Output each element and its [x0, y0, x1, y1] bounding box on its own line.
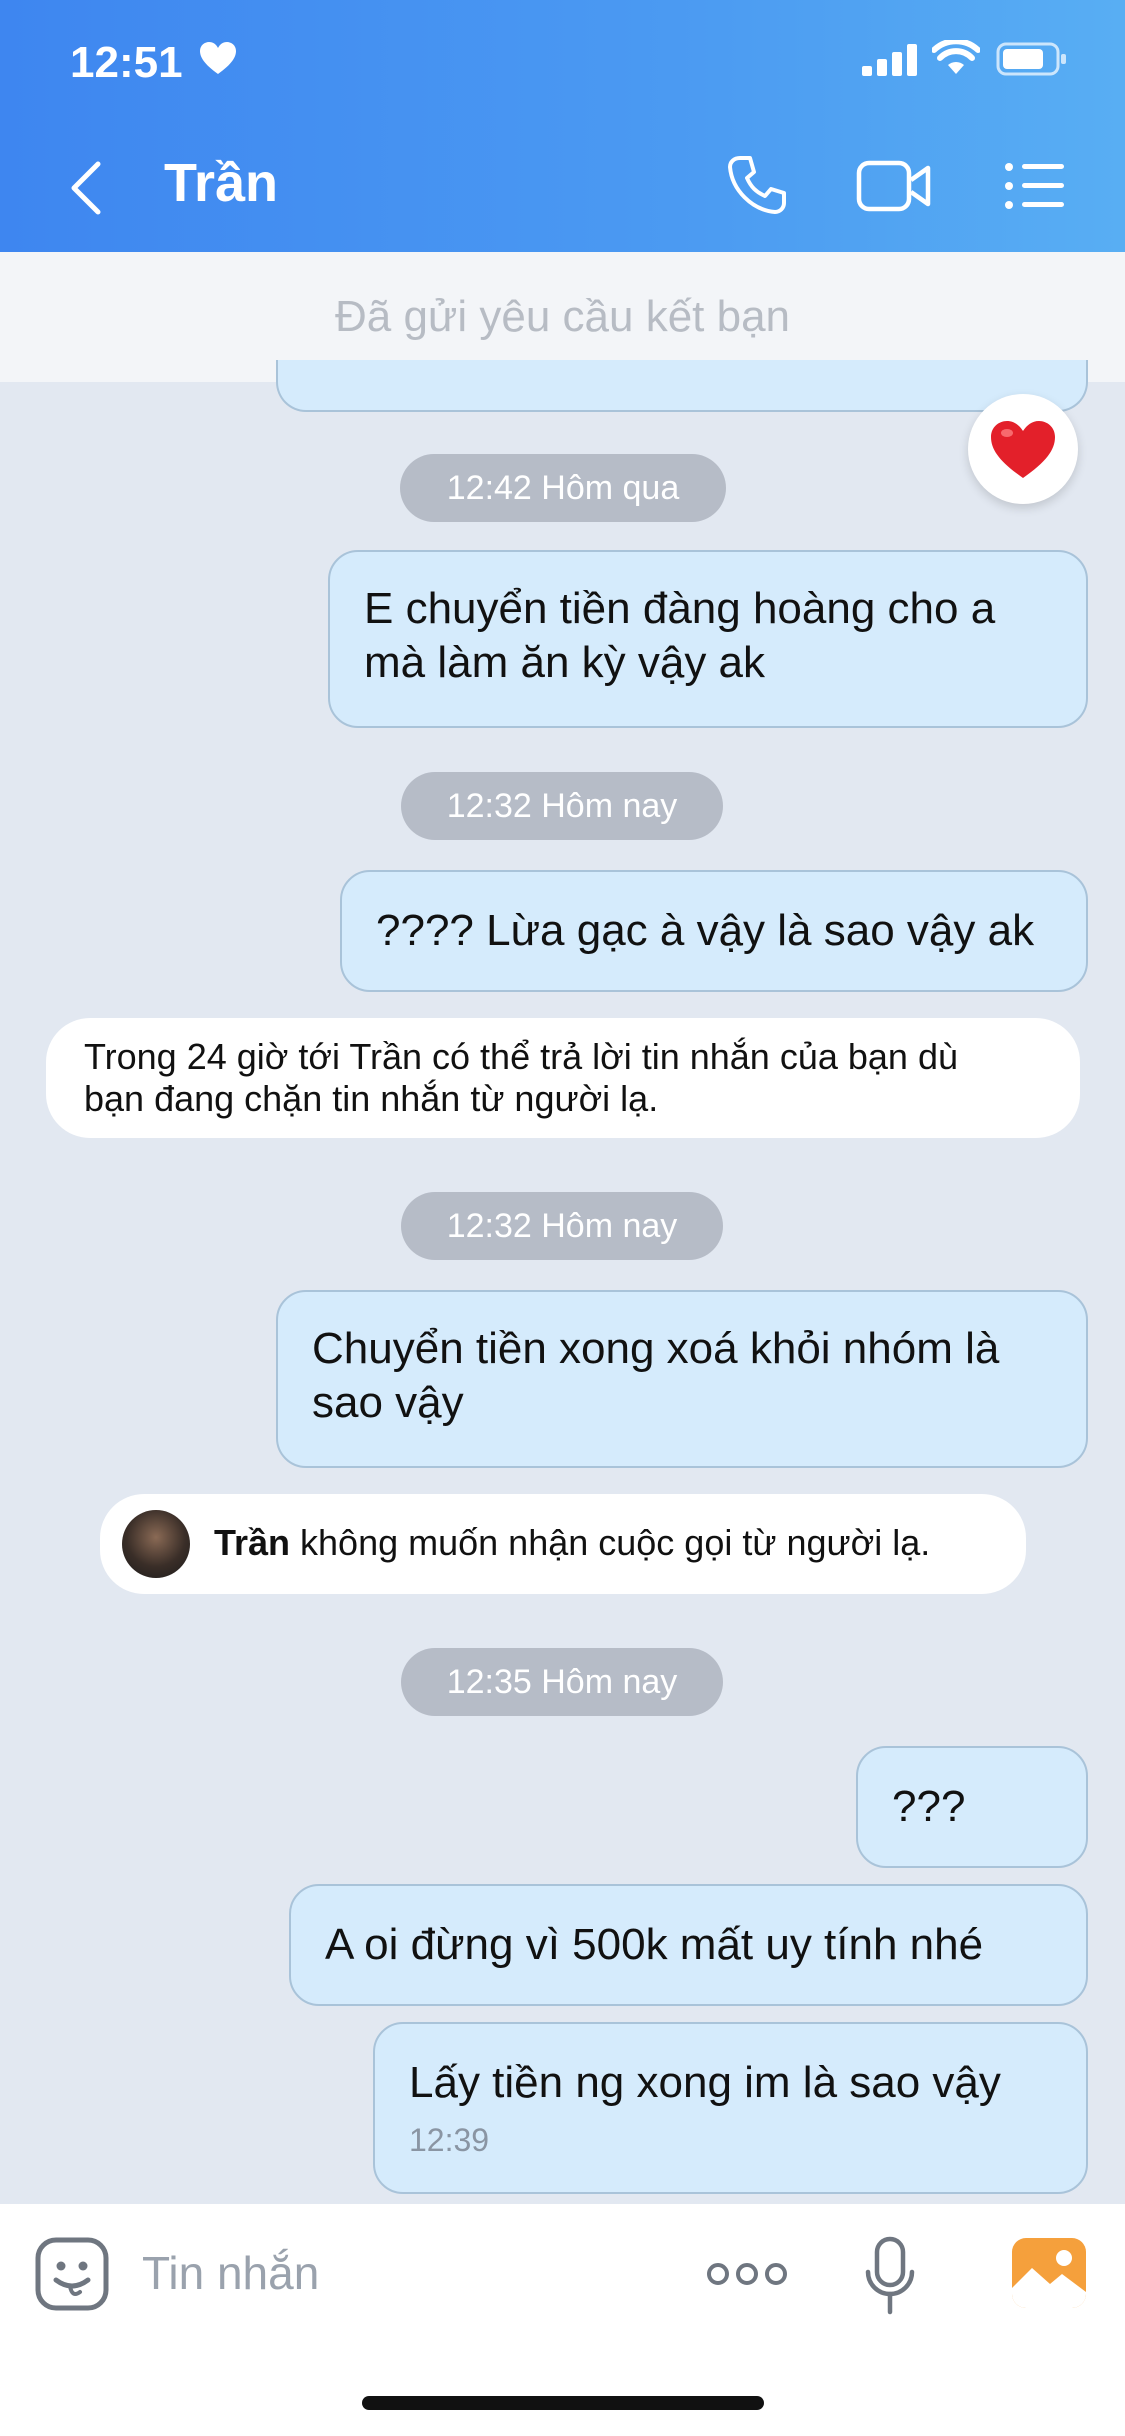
mic-icon[interactable] — [864, 2236, 916, 2316]
message-text: Lấy tiền ng xong im là sao vậy — [409, 2058, 1001, 2107]
status-time: 12:51 — [70, 38, 183, 87]
video-icon[interactable] — [856, 160, 932, 212]
back-icon[interactable] — [66, 160, 106, 216]
wifi-icon — [932, 40, 980, 74]
message-bubble[interactable]: ??? — [856, 1746, 1088, 1868]
message-bubble[interactable]: E chuyển tiền đàng hoàng cho a mà làm ăn… — [328, 550, 1088, 728]
notice-name: Trần — [214, 1522, 291, 1563]
notice-text: Trần không muốn nhận cuộc gọi từ người l… — [214, 1522, 930, 1564]
heart-icon — [200, 42, 236, 74]
notice-message: không muốn nhận cuộc gọi từ người lạ. — [290, 1522, 931, 1563]
message-text: mà làm ăn kỳ vậy ak — [364, 638, 766, 687]
message-text: A oi đừng vì 500k mất uy tính nhé — [325, 1920, 984, 1969]
message-text: sao vậy — [312, 1378, 464, 1427]
heart-reaction-icon — [991, 421, 1055, 478]
heart-reaction-button[interactable] — [968, 394, 1078, 504]
message-text: E chuyển tiền đàng hoàng cho a — [364, 584, 996, 633]
menu-icon[interactable] — [1004, 162, 1066, 210]
more-icon[interactable] — [706, 2260, 788, 2288]
image-icon[interactable] — [1010, 2236, 1088, 2310]
battery-icon — [996, 42, 1066, 76]
message-text: ??? — [892, 1782, 966, 1831]
message-input[interactable] — [142, 2246, 662, 2306]
system-notice: Trong 24 giờ tới Trần có thể trả lời tin… — [46, 1018, 1080, 1138]
avatar — [122, 1510, 190, 1578]
message-text: Chuyển tiền xong xoá khỏi nhóm là — [312, 1324, 1000, 1373]
time-stamp: 12:35 Hôm nay — [401, 1648, 723, 1716]
phone-icon[interactable] — [726, 154, 788, 216]
chat-title[interactable]: Trần — [164, 152, 278, 214]
time-stamp: 12:42 Hôm qua — [400, 454, 726, 522]
previous-message-bubble — [276, 360, 1088, 412]
signal-icon — [862, 44, 917, 76]
message-bubble[interactable]: ???? Lừa gạc à vậy là sao vậy ak — [340, 870, 1088, 992]
notice-text: bạn đang chặn tin nhắn từ người lạ. — [84, 1078, 659, 1119]
message-bubble[interactable]: Chuyển tiền xong xoá khỏi nhóm là sao vậ… — [276, 1290, 1088, 1468]
message-bubble[interactable]: Lấy tiền ng xong im là sao vậy 12:39 — [373, 2022, 1088, 2194]
notice-text: Trong 24 giờ tới Trần có thể trả lời tin… — [84, 1036, 958, 1077]
message-bubble[interactable]: A oi đừng vì 500k mất uy tính nhé — [289, 1884, 1088, 2006]
time-stamp: 12:32 Hôm nay — [401, 772, 723, 840]
time-stamp: 12:32 Hôm nay — [401, 1192, 723, 1260]
home-indicator — [362, 2396, 764, 2410]
emoji-icon[interactable] — [34, 2236, 110, 2312]
call-restriction-notice: Trần không muốn nhận cuộc gọi từ người l… — [100, 1494, 1026, 1594]
chat-header: 12:51 Trần — [0, 0, 1125, 252]
message-time: 12:39 — [409, 2122, 490, 2158]
message-text: ???? Lừa gạc à vậy là sao vậy ak — [376, 906, 1035, 955]
